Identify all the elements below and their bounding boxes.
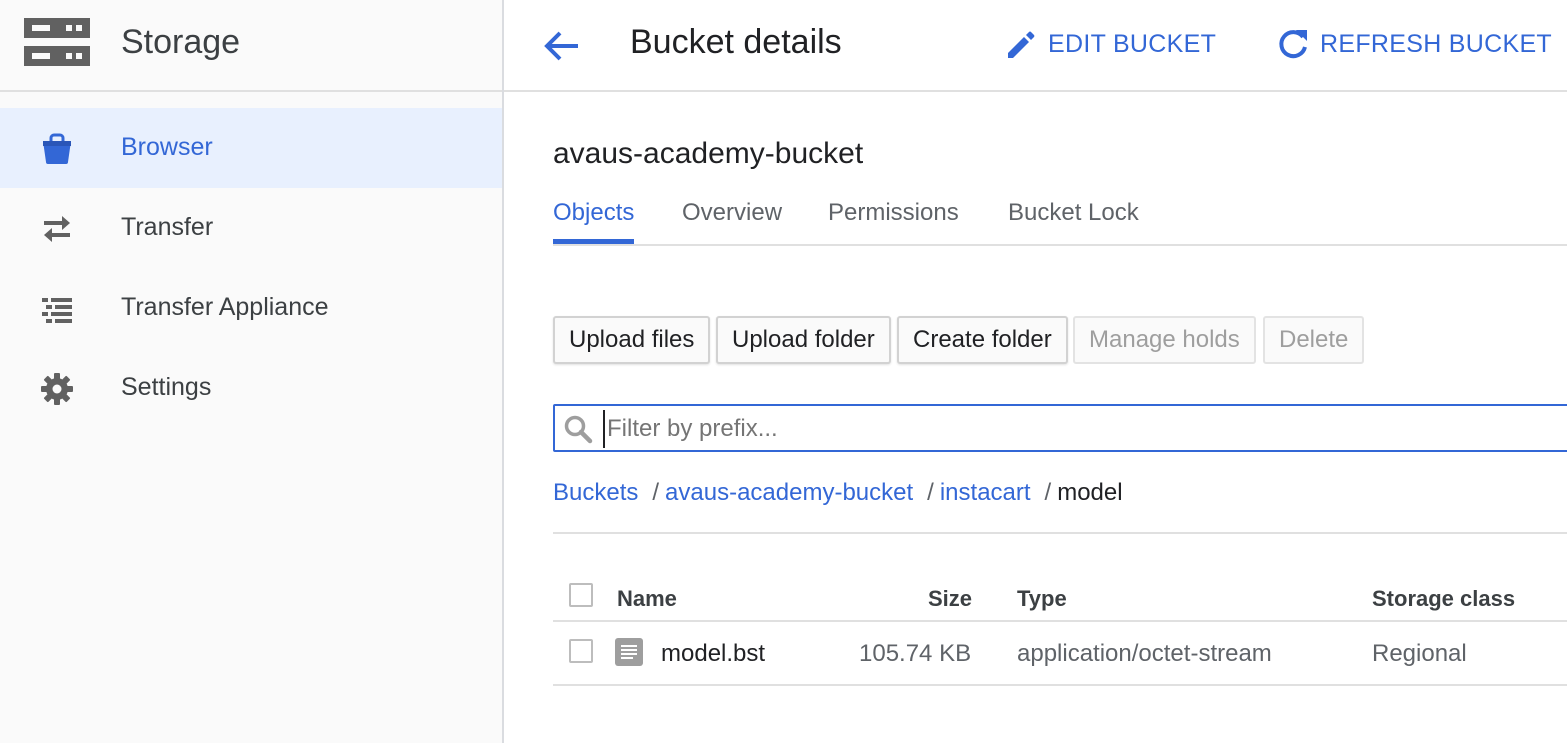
- breadcrumb: Buckets / avaus-academy-bucket / instacart / m…: [553, 476, 1123, 510]
- sidebar-item-label: Transfer Appliance: [121, 293, 329, 321]
- bucket-name: avaus-academy-bucket: [553, 137, 864, 170]
- top-bar: Bucket details EDIT BUCKET REFRESH BUCKE…: [504, 0, 1567, 92]
- page-title: Bucket details: [630, 23, 842, 61]
- sidebar-item-transfer[interactable]: Transfer: [0, 188, 502, 268]
- edit-bucket-label: EDIT BUCKET: [1048, 29, 1217, 58]
- breadcrumb-current: model: [1057, 479, 1123, 506]
- breadcrumb-separator: /: [652, 479, 660, 506]
- gear-icon: [41, 373, 73, 405]
- refresh-bucket-label: REFRESH BUCKET: [1320, 29, 1553, 58]
- breadcrumb-link-folder[interactable]: instacart: [940, 479, 1031, 506]
- list-icon: [42, 298, 72, 323]
- pencil-icon: [1008, 31, 1035, 58]
- tab-permissions[interactable]: Permissions: [828, 198, 959, 228]
- column-header-name[interactable]: Name: [617, 586, 677, 612]
- sidebar-item-settings[interactable]: Settings: [0, 348, 502, 428]
- bucket-icon: [43, 133, 71, 164]
- table-row: model.bst 105.74 KB application/octet-st…: [553, 622, 1567, 686]
- product-title: Storage: [121, 23, 241, 61]
- sidebar-item-label: Transfer: [121, 213, 214, 241]
- tab-overview[interactable]: Overview: [682, 198, 782, 228]
- manage-holds-button[interactable]: Manage holds: [1073, 316, 1256, 364]
- storage-icon: [24, 18, 90, 66]
- filter-input[interactable]: [603, 410, 1503, 448]
- column-header-storage-class[interactable]: Storage class: [1372, 586, 1515, 612]
- table-header: Name Size Type Storage class: [553, 572, 1567, 622]
- column-header-size[interactable]: Size: [928, 586, 972, 612]
- sidebar-item-label: Browser: [121, 133, 213, 161]
- breadcrumb-link-bucket[interactable]: avaus-academy-bucket: [665, 479, 913, 506]
- tab-objects[interactable]: Objects: [553, 198, 634, 228]
- upload-files-button[interactable]: Upload files: [553, 316, 711, 364]
- file-type: application/octet-stream: [1017, 640, 1272, 667]
- breadcrumb-link-buckets[interactable]: Buckets: [553, 479, 638, 506]
- filter-box: [553, 404, 1567, 452]
- upload-folder-button[interactable]: Upload folder: [716, 316, 891, 364]
- file-storage-class: Regional: [1372, 640, 1467, 667]
- row-checkbox[interactable]: [569, 639, 593, 663]
- tab-bucket-lock[interactable]: Bucket Lock: [1008, 198, 1139, 228]
- refresh-icon: [1279, 30, 1307, 59]
- tab-bar: Objects Overview Permissions Bucket Lock: [553, 186, 1567, 246]
- file-name-link[interactable]: model.bst: [661, 639, 765, 669]
- sidebar-item-browser[interactable]: Browser: [0, 108, 502, 188]
- delete-button[interactable]: Delete: [1263, 316, 1365, 364]
- refresh-bucket-button[interactable]: REFRESH BUCKET: [1276, 22, 1552, 66]
- sidebar-item-label: Settings: [121, 373, 212, 401]
- search-icon: [564, 415, 593, 444]
- breadcrumb-separator: /: [1044, 479, 1052, 506]
- arrow-back-icon[interactable]: [540, 24, 584, 68]
- column-header-type[interactable]: Type: [1017, 586, 1067, 612]
- file-size: 105.74 KB: [859, 640, 972, 667]
- edit-bucket-button[interactable]: EDIT BUCKET: [1004, 22, 1216, 66]
- select-all-checkbox[interactable]: [569, 583, 593, 607]
- divider: [553, 532, 1567, 534]
- sidebar-item-transfer-appliance[interactable]: Transfer Appliance: [0, 268, 502, 348]
- swap-arrows-icon: [44, 216, 70, 242]
- create-folder-button[interactable]: Create folder: [897, 316, 1068, 364]
- file-icon: [615, 638, 643, 666]
- breadcrumb-separator: /: [927, 479, 934, 506]
- sidebar: Storage Browser Transfer Transfer Applia…: [0, 0, 504, 743]
- sidebar-header: Storage: [0, 0, 502, 92]
- active-tab-indicator: [553, 239, 634, 244]
